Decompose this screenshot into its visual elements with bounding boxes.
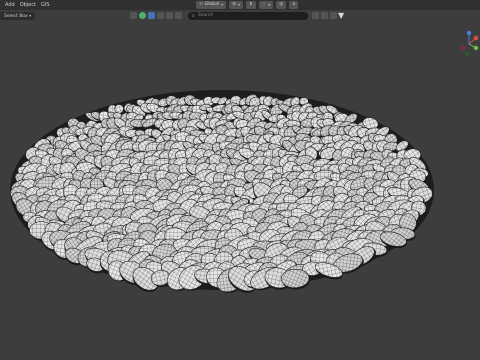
rock-highlight	[33, 224, 44, 231]
chevron-down-icon: ▾	[268, 2, 271, 7]
rock-group	[10, 94, 434, 293]
selectability-icon[interactable]	[148, 12, 155, 19]
chevron-down-icon: ▾	[221, 2, 224, 7]
rock-pile-mesh[interactable]	[0, 0, 480, 360]
orientation-icon: ⊹	[199, 2, 203, 7]
snap-settings-icon: ⋮	[261, 2, 267, 7]
viewport-disable-icon[interactable]	[166, 12, 173, 19]
3d-viewport[interactable]: Add Object GIS ⊹ Global ▾ ⊘ ▾ ⋔ ⋮ ▾ ◎ ∧ …	[0, 0, 480, 360]
snap-dropdown[interactable]: ⋮ ▾	[258, 1, 274, 9]
header-widgets: ⊹ Global ▾ ⊘ ▾ ⋔ ⋮ ▾ ◎ ∧	[196, 1, 299, 9]
select-mode-label: Select Box	[4, 14, 28, 19]
navigation-gizmo-icon[interactable]	[458, 30, 480, 58]
select-box-dropdown[interactable]: Select Box ▾	[0, 12, 36, 20]
menu-object[interactable]: Object	[20, 0, 36, 10]
pivot-icon: ⊘	[232, 2, 236, 7]
proportional-edit-icon: ◎	[279, 2, 284, 7]
viewport-header: Add Object GIS ⊹ Global ▾ ⊘ ▾ ⋔ ⋮ ▾ ◎ ∧	[0, 0, 480, 10]
sync-icon[interactable]	[321, 12, 328, 19]
new-collection-icon[interactable]	[330, 12, 337, 19]
proportional-edit-toggle[interactable]: ◎	[276, 1, 287, 9]
visibility-icon[interactable]	[139, 12, 146, 19]
snap-icon: ⋔	[248, 2, 253, 7]
menu-add[interactable]: Add	[5, 0, 15, 10]
transform-orientation-label: Global	[204, 2, 220, 7]
outliner-right-icons	[312, 12, 337, 19]
snap-toggle[interactable]: ⋔	[245, 1, 256, 9]
outliner-search-field[interactable]: ⌕ Search	[188, 12, 308, 20]
search-placeholder: Search	[197, 13, 214, 18]
chevron-down-icon: ▾	[237, 2, 240, 7]
hide-icon[interactable]	[157, 12, 164, 19]
falloff-icon: ∧	[292, 2, 296, 7]
render-disable-icon[interactable]	[175, 12, 182, 19]
funnel-icon[interactable]: ▼	[338, 11, 344, 20]
menu-gis[interactable]: GIS	[41, 0, 50, 10]
proportional-edit-dropdown[interactable]: ∧	[289, 1, 299, 9]
pivot-dropdown[interactable]: ⊘ ▾	[229, 1, 243, 9]
transform-orientation-dropdown[interactable]: ⊹ Global ▾	[196, 1, 227, 9]
chevron-down-icon: ▾	[29, 13, 32, 18]
sort-icon[interactable]	[312, 12, 319, 19]
search-icon: ⌕	[192, 13, 195, 19]
editor-type-icon[interactable]	[130, 12, 137, 19]
